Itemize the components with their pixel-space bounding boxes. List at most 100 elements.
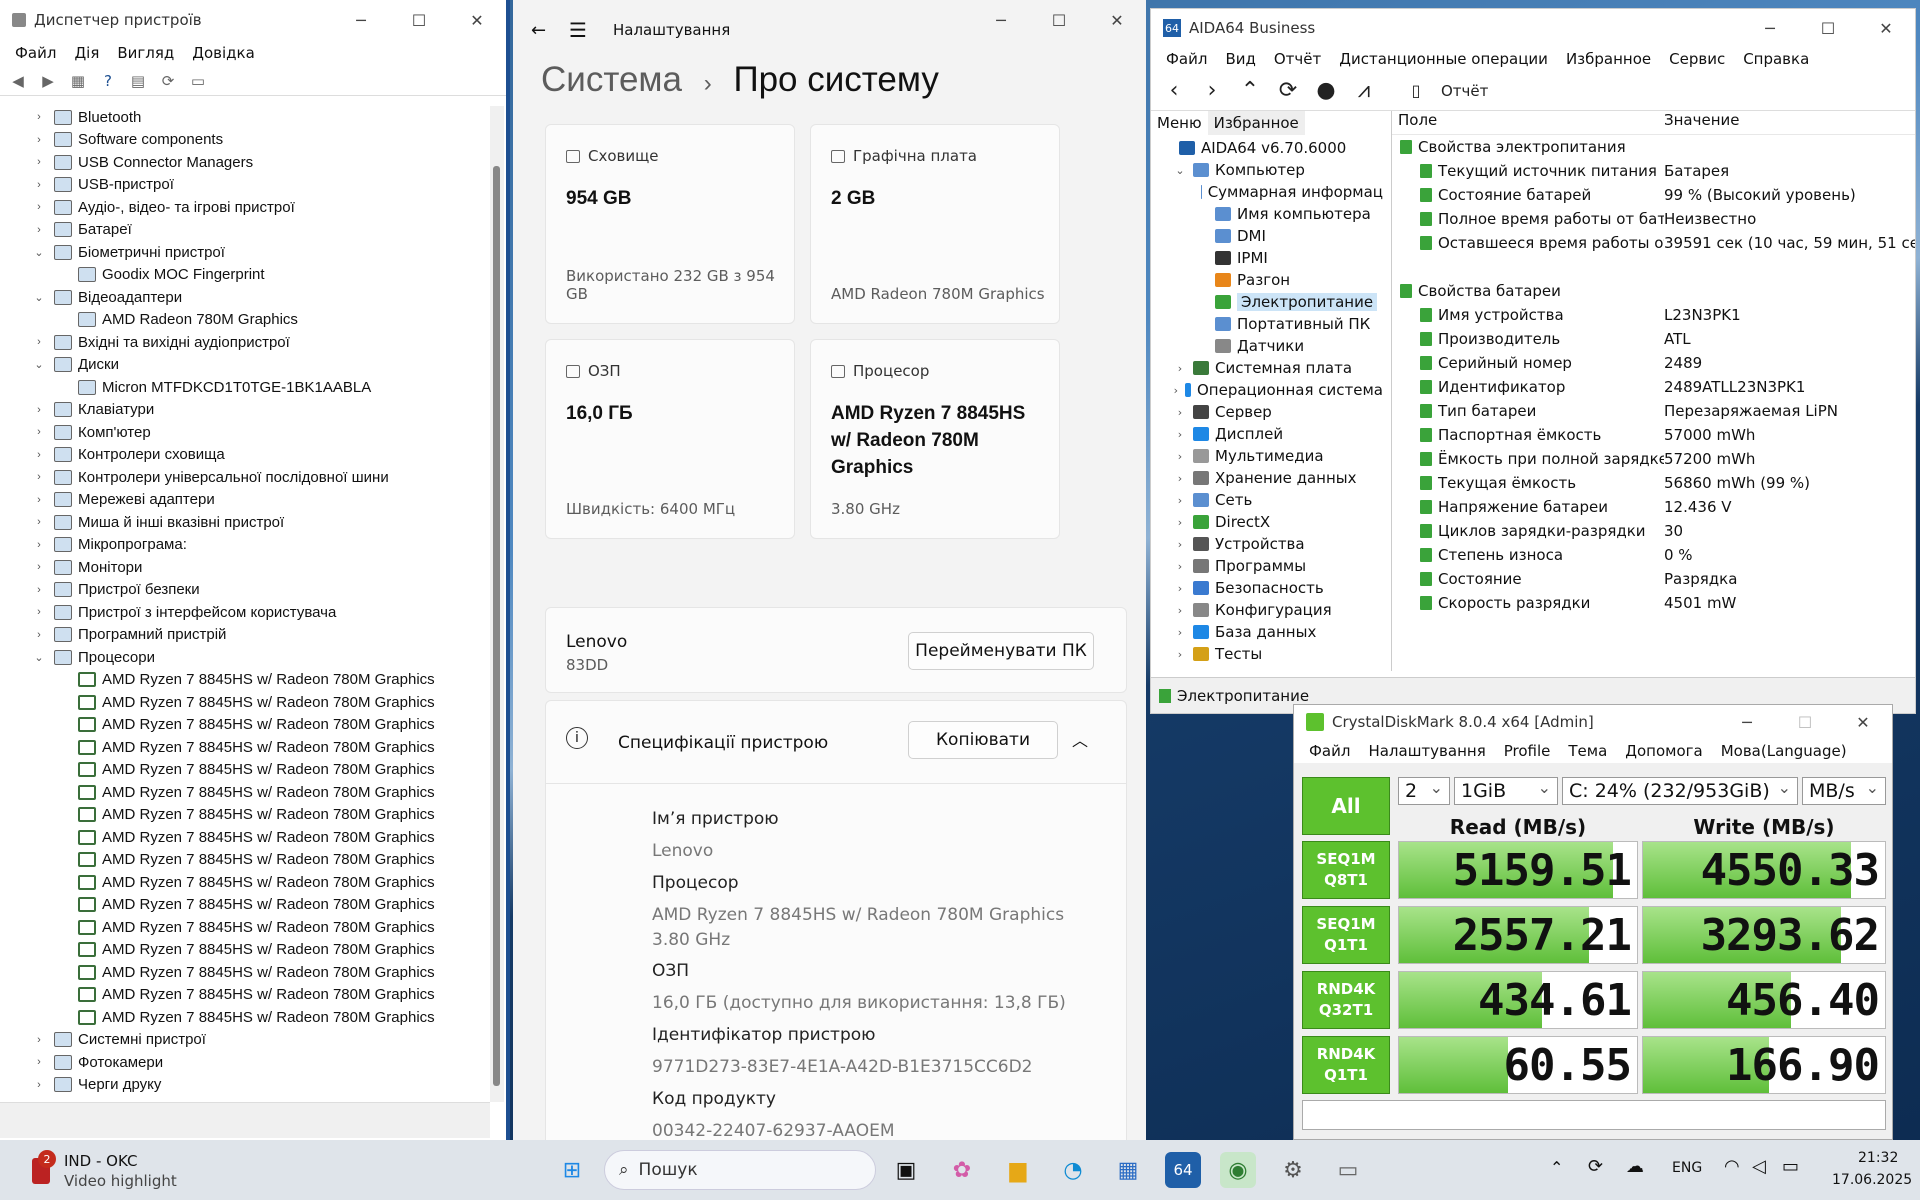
- device-tree-item[interactable]: › USB-пристрої: [0, 174, 490, 197]
- device-tree-item[interactable]: Micron MTFDKCD1T0TGE-1BK1AABLA: [0, 376, 490, 399]
- tab-favorites[interactable]: Избранное: [1207, 111, 1305, 135]
- menu-view[interactable]: Вигляд: [108, 44, 183, 62]
- cdm-menu-file[interactable]: Файл: [1300, 742, 1359, 760]
- property-row[interactable]: Тип батареи Перезаряжаемая LiPN: [1392, 399, 1915, 423]
- device-tree-item[interactable]: › Аудіо-, відео- та ігрові пристрої: [0, 196, 490, 219]
- device-tree-item[interactable]: › Пристрої з інтерфейсом користувача: [0, 601, 490, 624]
- chart-icon[interactable]: ⩘: [1351, 78, 1377, 103]
- device-tree-item[interactable]: › Монітори: [0, 556, 490, 579]
- device-tree-item[interactable]: AMD Ryzen 7 8845HS w/ Radeon 780M Graphi…: [0, 849, 490, 872]
- device-tree-item[interactable]: AMD Ryzen 7 8845HS w/ Radeon 780M Graphi…: [0, 759, 490, 782]
- device-tree-item[interactable]: AMD Ryzen 7 8845HS w/ Radeon 780M Graphi…: [0, 1006, 490, 1029]
- close-button[interactable]: ✕: [1834, 705, 1892, 739]
- minimize-button[interactable]: ─: [972, 0, 1030, 40]
- aida-tree-item[interactable]: › База данных: [1151, 621, 1383, 643]
- device-tree-item[interactable]: AMD Ryzen 7 8845HS w/ Radeon 780M Graphi…: [0, 736, 490, 759]
- file-explorer-icon[interactable]: ▆: [1000, 1152, 1036, 1188]
- minimize-button[interactable]: ─: [1718, 705, 1776, 739]
- device-tree-item[interactable]: ⌄ Процесори: [0, 646, 490, 669]
- cdm-menu-settings[interactable]: Налаштування: [1359, 742, 1494, 760]
- property-row[interactable]: Идентификатор 2489ATLL23N3PK1: [1392, 375, 1915, 399]
- tree-expand-icon[interactable]: ›: [1173, 450, 1187, 463]
- report-icon[interactable]: ▯: [1403, 81, 1429, 100]
- property-row[interactable]: Паспортная ёмкость 57000 mWh: [1392, 423, 1915, 447]
- monitor-icon[interactable]: ▭: [186, 70, 210, 92]
- aida-tree-item[interactable]: › Операционная система: [1151, 379, 1383, 401]
- aida-tree-item[interactable]: Суммарная информац: [1151, 181, 1383, 203]
- search-box[interactable]: ⌕ Пошук: [604, 1150, 876, 1190]
- property-row[interactable]: Полное время работы от бата...Неизвестно: [1392, 207, 1915, 231]
- cdm-menu-help[interactable]: Допомога: [1616, 742, 1711, 760]
- expand-chevron-icon[interactable]: ›: [30, 224, 48, 236]
- volume-icon[interactable]: ◁: [1752, 1156, 1766, 1177]
- device-tree-item[interactable]: AMD Ryzen 7 8845HS w/ Radeon 780M Graphi…: [0, 714, 490, 737]
- minimize-button[interactable]: ─: [1741, 9, 1799, 48]
- property-row[interactable]: Степень износа 0 %: [1392, 543, 1915, 567]
- aida64-taskbar-icon[interactable]: 64: [1165, 1152, 1201, 1188]
- dm-scroll-thumb[interactable]: [493, 166, 500, 1086]
- aida-tree-item[interactable]: › Системная плата: [1151, 357, 1383, 379]
- tree-expand-icon[interactable]: ›: [1173, 428, 1187, 441]
- device-tree-item[interactable]: AMD Ryzen 7 8845HS w/ Radeon 780M Graphi…: [0, 939, 490, 962]
- device-tree-item[interactable]: AMD Ryzen 7 8845HS w/ Radeon 780M Graphi…: [0, 804, 490, 827]
- up-icon[interactable]: ⌃: [1237, 78, 1263, 103]
- clock-date[interactable]: 17.06.2025: [1832, 1172, 1912, 1188]
- device-tree-item[interactable]: AMD Ryzen 7 8845HS w/ Radeon 780M Graphi…: [0, 669, 490, 692]
- crystaldiskmark-taskbar-icon[interactable]: ◉: [1220, 1152, 1256, 1188]
- device-tree-item[interactable]: Goodix MOC Fingerprint: [0, 264, 490, 287]
- aida-tree-item[interactable]: DMI: [1151, 225, 1383, 247]
- close-button[interactable]: ✕: [1088, 0, 1146, 40]
- ram-card[interactable]: ОЗП 16,0 ГБ Швидкість: 6400 МГц: [545, 339, 795, 539]
- back-arrow-icon[interactable]: ←: [531, 20, 561, 41]
- device-tree-item[interactable]: AMD Ryzen 7 8845HS w/ Radeon 780M Graphi…: [0, 691, 490, 714]
- device-tree-item[interactable]: › Фотокамери: [0, 1051, 490, 1074]
- aida-tree-item[interactable]: › Сеть: [1151, 489, 1383, 511]
- aida-menu-service[interactable]: Сервис: [1660, 50, 1734, 68]
- aida-tree-item[interactable]: › Мультимедиа: [1151, 445, 1383, 467]
- expand-chevron-icon[interactable]: ›: [30, 134, 48, 146]
- maximize-button[interactable]: ☐: [1776, 705, 1834, 739]
- section-header[interactable]: Свойства батареи: [1392, 279, 1915, 303]
- device-tree-item[interactable]: › Черги друку: [0, 1074, 490, 1097]
- expand-chevron-icon[interactable]: ⌄: [30, 358, 48, 371]
- task-view-icon[interactable]: ▣: [888, 1152, 924, 1188]
- tree-expand-icon[interactable]: ›: [1173, 582, 1187, 595]
- aida-tree-item[interactable]: › Хранение данных: [1151, 467, 1383, 489]
- device-tree-item[interactable]: › Software components: [0, 129, 490, 152]
- details-icon[interactable]: ▤: [126, 70, 150, 92]
- start-icon[interactable]: ⊞: [554, 1152, 590, 1188]
- tray-chevron-icon[interactable]: ⌃: [1550, 1158, 1563, 1177]
- edge-icon[interactable]: ◔: [1055, 1152, 1091, 1188]
- device-tree-item[interactable]: AMD Ryzen 7 8845HS w/ Radeon 780M Graphi…: [0, 961, 490, 984]
- expand-chevron-icon[interactable]: ›: [30, 606, 48, 618]
- device-tree-item[interactable]: › Вхідні та вихідні аудіопристрої: [0, 331, 490, 354]
- property-row[interactable]: Оставшееся время работы от ...39591 сек …: [1392, 231, 1915, 255]
- tree-expand-icon[interactable]: ›: [1173, 626, 1187, 639]
- expand-chevron-icon[interactable]: ⌄: [30, 246, 48, 259]
- property-row[interactable]: Циклов зарядки-разрядки 30: [1392, 519, 1915, 543]
- aida-menu-remote[interactable]: Дистанционные операции: [1330, 50, 1557, 68]
- count-select[interactable]: 2: [1398, 777, 1450, 805]
- aida-tree-item[interactable]: Имя компьютера: [1151, 203, 1383, 225]
- device-tree-item[interactable]: AMD Ryzen 7 8845HS w/ Radeon 780M Graphi…: [0, 826, 490, 849]
- store-icon[interactable]: ▦: [1110, 1152, 1146, 1188]
- language-indicator[interactable]: ENG: [1672, 1160, 1702, 1176]
- test-button[interactable]: RND4K Q32T1: [1302, 971, 1390, 1029]
- property-row[interactable]: Напряжение батареи 12.436 V: [1392, 495, 1915, 519]
- expand-chevron-icon[interactable]: ›: [30, 1056, 48, 1068]
- section-header[interactable]: Свойства электропитания: [1392, 135, 1915, 159]
- aida-tree-item[interactable]: › Безопасность: [1151, 577, 1383, 599]
- minimize-button[interactable]: ─: [332, 0, 390, 40]
- device-tree-item[interactable]: › Батареї: [0, 219, 490, 242]
- dm-titlebar[interactable]: Диспетчер пристроїв ─ ☐ ✕: [0, 0, 506, 40]
- size-select[interactable]: 1GiB: [1454, 777, 1558, 805]
- property-row[interactable]: Скорость разрядки 4501 mW: [1392, 591, 1915, 615]
- refresh-icon[interactable]: ⟳: [1275, 78, 1301, 103]
- device-tree-item[interactable]: › Комп'ютер: [0, 421, 490, 444]
- property-row[interactable]: Текущая ёмкость 56860 mWh (99 %): [1392, 471, 1915, 495]
- property-row[interactable]: Состояние Разрядка: [1392, 567, 1915, 591]
- tree-expand-icon[interactable]: ›: [1173, 472, 1187, 485]
- settings-titlebar[interactable]: ← ☰ Налаштування ─ ☐ ✕: [513, 0, 1146, 60]
- menu-help[interactable]: Довідка: [183, 44, 264, 62]
- tree-expand-icon[interactable]: ›: [1173, 560, 1187, 573]
